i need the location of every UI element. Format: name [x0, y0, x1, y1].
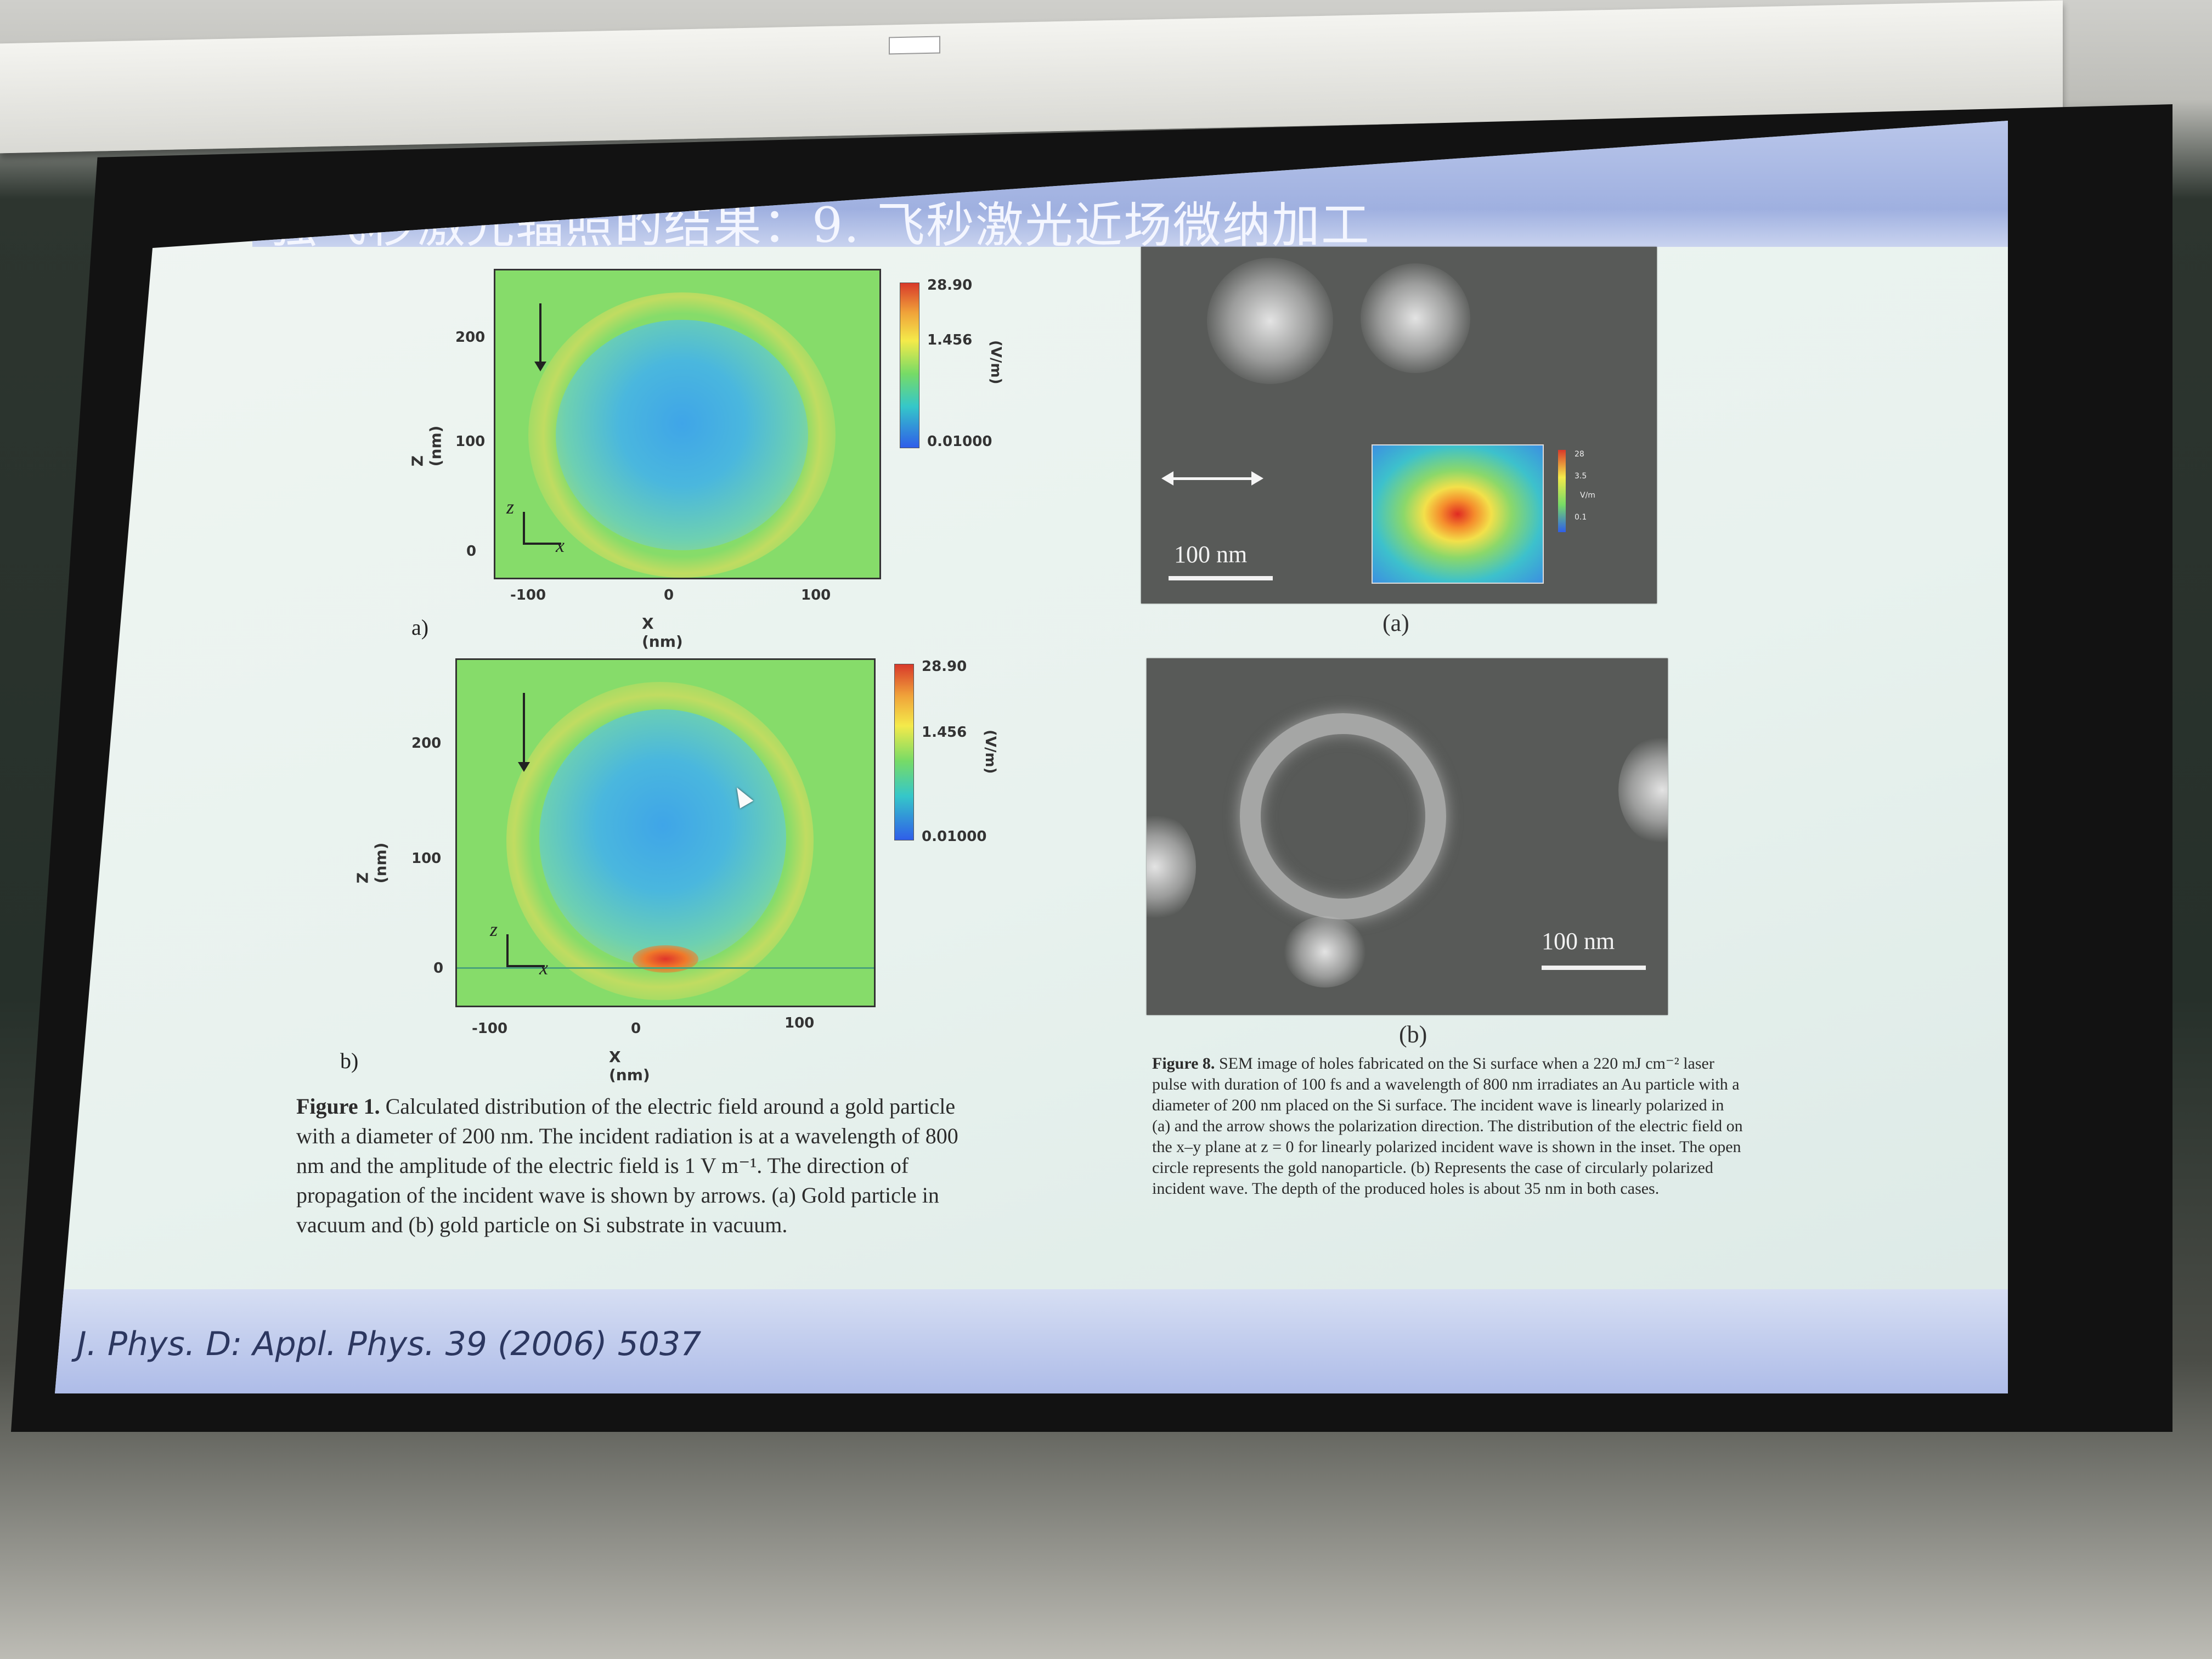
gold-particle-b — [539, 709, 786, 967]
substrate-boundary — [457, 967, 874, 969]
scale-bar-b — [1542, 966, 1646, 970]
particle-remnant — [1284, 916, 1366, 988]
colorbar-a-max: 28.90 — [927, 277, 973, 294]
projected-slide: 强飞秒激光辐照的结果：9. 飞秒激光近场微纳加工 z x 28.90 1.456… — [55, 121, 2008, 1393]
gold-particle-a — [556, 320, 808, 550]
sem-label-b: (b) — [1399, 1021, 1427, 1048]
colorbar-a-min: 0.01000 — [927, 433, 992, 450]
x-tick-b-0: 0 — [631, 1020, 641, 1037]
y-axis-label-a: Z (nm) — [408, 425, 445, 467]
inset-cb-mid: 3.5 — [1575, 472, 1587, 481]
scale-text-b: 100 nm — [1542, 928, 1615, 955]
panel-letter-b: b) — [340, 1048, 359, 1073]
y-axis-label-b: Z (nm) — [353, 842, 390, 884]
figure1-caption: Figure 1. Calculated distribution of the… — [296, 1092, 977, 1240]
colorbar-b-min: 0.01000 — [922, 828, 987, 845]
sem-label-a: (a) — [1383, 610, 1409, 636]
x-tick-a-100: 100 — [801, 587, 831, 603]
colorbar-a — [900, 283, 919, 448]
figure8-caption-text: SEM image of holes fabricated on the Si … — [1152, 1054, 1743, 1198]
inset-cb-unit: V/m — [1580, 491, 1595, 500]
x-axis-label-b: X (nm) — [609, 1048, 650, 1084]
colorbar-b-mid: 1.456 — [922, 724, 967, 741]
propagation-arrow-a — [534, 303, 546, 371]
colorbar-b-max: 28.90 — [922, 658, 967, 675]
y-tick-a-0: 0 — [466, 543, 477, 560]
scale-text-a: 100 nm — [1174, 541, 1248, 568]
scale-bar-a — [1169, 576, 1273, 580]
x-tick-a-neg100: -100 — [510, 587, 546, 603]
hole-lobe-left — [1207, 258, 1333, 384]
colorbar-b — [894, 664, 914, 840]
inset-cb-min: 0.1 — [1575, 513, 1587, 522]
y-tick-b-100: 100 — [411, 850, 442, 867]
propagation-arrow-b — [518, 693, 530, 772]
edge-blob-left — [1147, 812, 1196, 922]
axes-icon-b: z x — [490, 918, 548, 979]
inset-colorbar — [1558, 450, 1566, 532]
x-tick-a-0: 0 — [664, 587, 674, 603]
y-tick-b-0: 0 — [433, 960, 444, 977]
x-tick-b-100: 100 — [785, 1015, 815, 1031]
y-tick-b-200: 200 — [411, 735, 442, 752]
x-tick-b-neg100: -100 — [472, 1020, 508, 1037]
footer-citation: J. Phys. D: Appl. Phys. 39 (2006) 5037 — [77, 1325, 702, 1363]
figure1-caption-text: Calculated distribution of the electric … — [296, 1094, 958, 1237]
sem-image-a: 28 3.5 V/m 0.1 100 nm — [1141, 247, 1657, 603]
sem-image-b: 100 nm — [1147, 658, 1668, 1015]
x-axis-label-a: X (nm) — [642, 614, 683, 651]
colorbar-b-unit: (V/m) — [982, 730, 998, 774]
inset-cb-max: 28 — [1575, 450, 1584, 459]
figure1-caption-label: Figure 1. — [296, 1094, 380, 1119]
housing-label — [889, 36, 940, 55]
figure8-caption: Figure 8. SEM image of holes fabricated … — [1152, 1053, 1745, 1199]
hole-lobe-right — [1361, 263, 1470, 373]
edge-blob-right — [1618, 735, 1668, 845]
colorbar-a-mid: 1.456 — [927, 332, 973, 348]
field-map-a: z x — [494, 269, 881, 579]
field-map-b: z x — [455, 658, 876, 1007]
colorbar-a-unit: (V/m) — [988, 340, 1004, 385]
y-tick-a-200: 200 — [455, 329, 486, 346]
field-inset-map — [1372, 444, 1544, 584]
hole-ring — [1240, 713, 1446, 919]
axes-icon-a: z x — [506, 496, 565, 556]
y-tick-a-100: 100 — [455, 433, 486, 450]
polarization-arrow — [1161, 471, 1263, 486]
figure8-caption-label: Figure 8. — [1152, 1054, 1215, 1073]
panel-letter-a: a) — [411, 615, 429, 640]
